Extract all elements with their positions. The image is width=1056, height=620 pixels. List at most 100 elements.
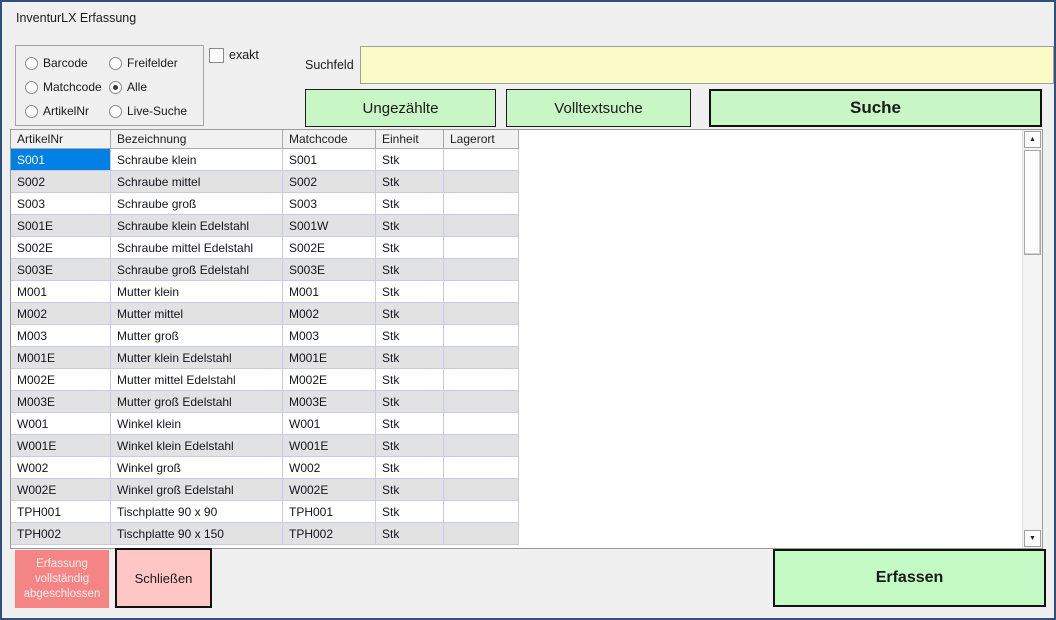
table-cell[interactable]: Stk (376, 171, 444, 193)
table-cell[interactable]: W001 (11, 413, 111, 435)
table-cell[interactable] (444, 347, 519, 369)
radio-option-alle[interactable]: Alle (109, 75, 203, 99)
table-cell[interactable]: M003 (11, 325, 111, 347)
table-cell[interactable]: Mutter klein Edelstahl (111, 347, 283, 369)
table-cell[interactable] (444, 369, 519, 391)
table-cell[interactable]: Schraube mittel (111, 171, 283, 193)
table-cell[interactable]: Mutter mittel Edelstahl (111, 369, 283, 391)
table-cell[interactable]: Winkel groß Edelstahl (111, 479, 283, 501)
radio-option-artikelnr[interactable]: ArtikelNr (25, 99, 109, 123)
table-row[interactable]: M002Mutter mittelM002Stk (11, 303, 519, 325)
table-cell[interactable]: M001E (283, 347, 376, 369)
table-cell[interactable] (444, 457, 519, 479)
table-cell[interactable]: Stk (376, 523, 444, 545)
table-cell[interactable] (444, 501, 519, 523)
radio-button-icon[interactable] (109, 81, 122, 94)
table-cell[interactable]: S003E (283, 259, 376, 281)
radio-option-barcode[interactable]: Barcode (25, 51, 109, 75)
table-cell[interactable]: W001E (283, 435, 376, 457)
table-cell[interactable] (444, 523, 519, 545)
column-header-bezeichnung[interactable]: Bezeichnung (111, 130, 283, 149)
table-row[interactable]: W002EWinkel groß EdelstahlW002EStk (11, 479, 519, 501)
table-cell[interactable]: S003 (11, 193, 111, 215)
table-cell[interactable] (444, 259, 519, 281)
table-cell[interactable]: Stk (376, 215, 444, 237)
table-cell[interactable] (444, 413, 519, 435)
table-row[interactable]: TPH001Tischplatte 90 x 90TPH001Stk (11, 501, 519, 523)
table-cell[interactable]: Stk (376, 193, 444, 215)
table-cell[interactable]: Mutter groß (111, 325, 283, 347)
column-header-lagerort[interactable]: Lagerort (444, 130, 519, 149)
table-row[interactable]: TPH002Tischplatte 90 x 150TPH002Stk (11, 523, 519, 545)
table-cell[interactable]: Stk (376, 413, 444, 435)
table-cell[interactable]: Stk (376, 435, 444, 457)
radio-button-icon[interactable] (109, 105, 122, 118)
table-row[interactable]: M001Mutter kleinM001Stk (11, 281, 519, 303)
table-row[interactable]: W001EWinkel klein EdelstahlW001EStk (11, 435, 519, 457)
table-cell[interactable]: Stk (376, 281, 444, 303)
table-cell[interactable]: S002E (11, 237, 111, 259)
table-row[interactable]: M001EMutter klein EdelstahlM001EStk (11, 347, 519, 369)
table-cell[interactable]: Stk (376, 479, 444, 501)
table-cell[interactable] (444, 171, 519, 193)
table-cell[interactable]: M001E (11, 347, 111, 369)
table-cell[interactable]: W002 (11, 457, 111, 479)
table-cell[interactable]: W002E (283, 479, 376, 501)
table-cell[interactable] (444, 303, 519, 325)
table-cell[interactable]: Schraube klein Edelstahl (111, 215, 283, 237)
table-cell[interactable]: Mutter mittel (111, 303, 283, 325)
table-cell[interactable]: Schraube groß Edelstahl (111, 259, 283, 281)
capture-complete-button[interactable]: Erfassung vollständig abgeschlossen (15, 550, 109, 608)
table-cell[interactable] (444, 237, 519, 259)
table-cell[interactable]: Schraube mittel Edelstahl (111, 237, 283, 259)
table-row[interactable]: S002ESchraube mittel EdelstahlS002EStk (11, 237, 519, 259)
table-cell[interactable]: Mutter groß Edelstahl (111, 391, 283, 413)
table-row[interactable]: S003Schraube großS003Stk (11, 193, 519, 215)
table-cell[interactable]: S001 (283, 149, 376, 171)
vertical-scrollbar[interactable]: ▲ ▼ (1022, 130, 1042, 548)
radio-option-matchcode[interactable]: Matchcode (25, 75, 109, 99)
table-cell[interactable] (444, 193, 519, 215)
table-cell[interactable]: Stk (376, 347, 444, 369)
table-cell[interactable]: S001W (283, 215, 376, 237)
radio-button-icon[interactable] (25, 105, 38, 118)
table-cell[interactable]: Stk (376, 325, 444, 347)
exact-checkbox[interactable]: exakt (209, 48, 259, 63)
table-cell[interactable]: Stk (376, 149, 444, 171)
table-row[interactable]: S001ESchraube klein EdelstahlS001WStk (11, 215, 519, 237)
table-cell[interactable]: TPH001 (11, 501, 111, 523)
table-cell[interactable]: S003E (11, 259, 111, 281)
table-row[interactable]: W002Winkel großW002Stk (11, 457, 519, 479)
table-cell[interactable] (444, 391, 519, 413)
table-cell[interactable]: Stk (376, 303, 444, 325)
table-cell[interactable]: M001 (11, 281, 111, 303)
table-cell[interactable]: Stk (376, 501, 444, 523)
table-cell[interactable]: Mutter klein (111, 281, 283, 303)
table-row[interactable]: W001Winkel kleinW001Stk (11, 413, 519, 435)
table-cell[interactable]: M002E (11, 369, 111, 391)
scroll-up-button[interactable]: ▲ (1024, 131, 1041, 148)
column-header-artikelnr[interactable]: ArtikelNr (11, 130, 111, 149)
column-header-einheit[interactable]: Einheit (376, 130, 444, 149)
table-cell[interactable]: S002 (283, 171, 376, 193)
table-cell[interactable]: M002 (283, 303, 376, 325)
table-cell[interactable]: M002 (11, 303, 111, 325)
radio-button-icon[interactable] (25, 81, 38, 94)
table-row[interactable]: M003EMutter groß EdelstahlM003EStk (11, 391, 519, 413)
checkbox-icon[interactable] (209, 48, 224, 63)
table-cell[interactable]: Winkel klein Edelstahl (111, 435, 283, 457)
table-cell[interactable]: Tischplatte 90 x 90 (111, 501, 283, 523)
table-cell[interactable]: Stk (376, 391, 444, 413)
table-cell[interactable]: S003 (283, 193, 376, 215)
table-cell[interactable]: Stk (376, 237, 444, 259)
radio-button-icon[interactable] (109, 57, 122, 70)
table-cell[interactable]: Winkel groß (111, 457, 283, 479)
table-cell[interactable]: TPH001 (283, 501, 376, 523)
table-cell[interactable]: Schraube groß (111, 193, 283, 215)
table-row[interactable]: S003ESchraube groß EdelstahlS003EStk (11, 259, 519, 281)
table-cell[interactable] (444, 215, 519, 237)
table-cell[interactable]: Tischplatte 90 x 150 (111, 523, 283, 545)
table-cell[interactable]: M003 (283, 325, 376, 347)
close-button[interactable]: Schließen (115, 548, 212, 608)
table-cell[interactable]: M002E (283, 369, 376, 391)
